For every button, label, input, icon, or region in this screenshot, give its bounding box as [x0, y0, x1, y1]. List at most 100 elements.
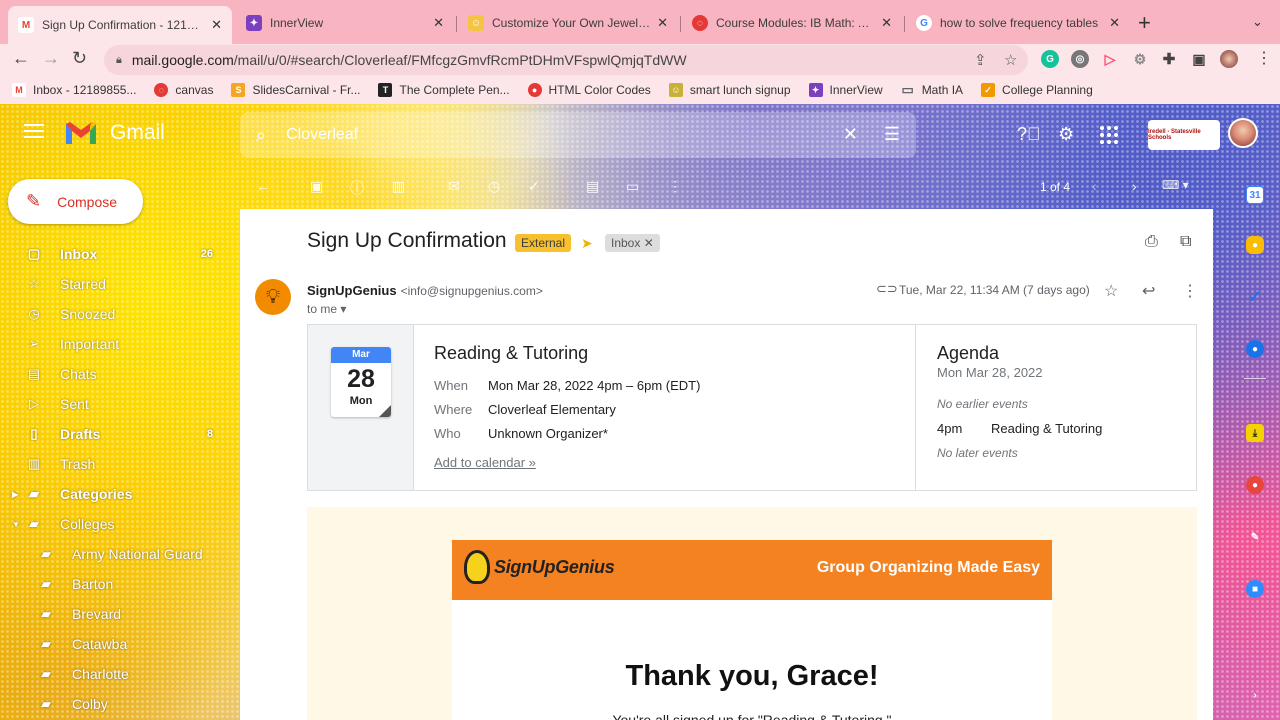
sidebar-item-catawba[interactable]: ▰ Catawba — [0, 629, 225, 659]
search-bar[interactable]: ⌕ ✕ ☰ — [240, 112, 916, 158]
tab-course-modules[interactable]: ◌ Course Modules: IB Math: Ana ✕ — [682, 8, 902, 38]
grammarly-extension-icon[interactable]: G — [1041, 50, 1059, 68]
add-to-calendar-link[interactable]: Add to calendar » — [434, 455, 536, 470]
reload-icon[interactable]: ↻ — [72, 48, 87, 69]
remove-label-icon[interactable]: ✕ — [644, 236, 654, 250]
bookmark-complete-pen[interactable]: T The Complete Pen... — [378, 83, 510, 97]
compose-button[interactable]: ✎ Compose — [8, 179, 143, 224]
snooze-icon[interactable]: ◷ — [488, 178, 500, 195]
recipient-details[interactable]: to me ▾ — [307, 302, 346, 316]
report-spam-icon[interactable]: ⓘ — [350, 178, 364, 198]
expand-arrow-icon[interactable]: ▶ — [12, 490, 18, 499]
sidebar-item-inbox[interactable]: ▢ Inbox 26 — [0, 239, 225, 269]
sidebar-item-snoozed[interactable]: ◷ Snoozed — [0, 299, 225, 329]
sidebar-item-colby[interactable]: ▰ Colby — [0, 689, 225, 719]
importance-marker-icon[interactable]: ➤ — [581, 235, 593, 252]
bookmark-slidescarnival[interactable]: S SlidesCarnival - Fr... — [231, 83, 360, 97]
back-arrow-icon[interactable]: ← — [12, 48, 30, 69]
sidebar-item-colleges[interactable]: ▼ ▰ Colleges — [0, 509, 225, 539]
screencast-extension-icon[interactable]: ▷ — [1101, 50, 1119, 68]
tasks-app-icon[interactable]: ✓ — [1246, 288, 1264, 306]
search-input[interactable] — [286, 126, 807, 144]
labels-icon[interactable]: ▭ — [626, 178, 639, 195]
settings-gear-icon[interactable]: ⚙ — [1058, 124, 1074, 145]
chrome-menu-icon[interactable]: ⋮ — [1256, 48, 1272, 68]
compose-label: Compose — [57, 193, 118, 210]
clear-search-icon[interactable]: ✕ — [843, 124, 858, 145]
add-to-tasks-icon[interactable]: ✓ — [528, 178, 540, 195]
forward-arrow-icon[interactable]: → — [42, 48, 60, 69]
account-avatar[interactable] — [1228, 118, 1258, 148]
sidebar-item-charlotte[interactable]: ▰ Charlotte — [0, 659, 225, 689]
delete-icon[interactable]: ▥ — [392, 178, 405, 195]
close-tab-icon[interactable]: ✕ — [1109, 15, 1120, 31]
back-to-search-icon[interactable]: ← — [256, 178, 270, 194]
mark-unread-icon[interactable]: ✉ — [448, 178, 460, 195]
bookmark-college-planning[interactable]: ✓ College Planning — [981, 83, 1093, 97]
close-tab-icon[interactable]: ✕ — [657, 15, 668, 31]
input-tools-icon[interactable]: ⌨ ▾ — [1162, 178, 1189, 192]
reply-icon[interactable]: ↩ — [1142, 281, 1155, 301]
help-icon[interactable]: ?⃝ — [1017, 124, 1041, 145]
sidebar-item-important[interactable]: ➢ Important — [0, 329, 225, 359]
sidebar-item-categories[interactable]: ▶ ▰ Categories — [0, 479, 225, 509]
close-tab-icon[interactable]: ✕ — [433, 15, 444, 31]
sidebar-item-drafts[interactable]: ▯ Drafts 8 — [0, 419, 225, 449]
settings-extension-icon[interactable]: ⚙ — [1131, 50, 1149, 68]
bookmark-math-ia[interactable]: ▭ Math IA — [901, 82, 964, 97]
send-icon: ▷ — [29, 396, 39, 411]
more-options-icon[interactable]: ⋮ — [1182, 281, 1198, 301]
extension-icon[interactable]: ◎ — [1071, 50, 1089, 68]
keep-app-icon[interactable]: ● — [1246, 236, 1264, 254]
bookmark-html-color-codes[interactable]: ● HTML Color Codes — [527, 83, 651, 97]
address-bar[interactable]: 🔒︎ mail.google.com/mail/u/0/#search/Clov… — [104, 45, 1028, 75]
expand-side-panel-icon[interactable]: › — [1246, 686, 1264, 704]
addon-pen-icon[interactable]: ✎ — [1246, 528, 1264, 546]
addon-red-icon[interactable]: ● — [1246, 476, 1264, 494]
google-apps-icon[interactable] — [1100, 126, 1118, 144]
tab-search-chevron-icon[interactable]: ⌄ — [1252, 14, 1263, 30]
star-message-icon[interactable]: ☆ — [1104, 281, 1118, 301]
sidebar-item-brevard[interactable]: ▰ Brevard — [0, 599, 225, 629]
share-icon[interactable]: ⇪ — [974, 51, 987, 69]
close-tab-icon[interactable]: ✕ — [211, 17, 222, 33]
sidebar-item-chats[interactable]: ▤ Chats — [0, 359, 225, 389]
tab-google-search[interactable]: G how to solve frequency tables ✕ — [906, 8, 1130, 38]
bookmark-innerview[interactable]: ✦ InnerView — [808, 83, 883, 97]
sidebar-item-starred[interactable]: ☆ Starred — [0, 269, 225, 299]
tab-innerview[interactable]: ✦ InnerView ✕ — [236, 8, 454, 38]
bookmark-canvas[interactable]: ◌ canvas — [154, 83, 213, 97]
collapse-arrow-icon[interactable]: ▼ — [12, 520, 20, 529]
close-tab-icon[interactable]: ✕ — [881, 15, 892, 31]
bookmark-inbox[interactable]: M Inbox - 12189855... — [12, 83, 136, 97]
open-new-window-icon[interactable]: ⧉ — [1180, 233, 1191, 251]
print-icon[interactable]: ⎙ — [1145, 233, 1158, 251]
calendar-app-icon[interactable]: 31 — [1246, 186, 1264, 204]
older-chevron-icon[interactable]: › — [1132, 178, 1137, 194]
new-tab-plus-icon[interactable]: + — [1138, 10, 1151, 36]
bookmark-star-icon[interactable]: ☆ — [1004, 51, 1017, 69]
download-extension-icon[interactable]: ⤓ — [1246, 424, 1264, 442]
contacts-app-icon[interactable]: ● — [1246, 340, 1264, 358]
move-to-icon[interactable]: ▤ — [586, 178, 599, 195]
newer-chevron-icon[interactable]: ‹ — [1092, 178, 1097, 194]
tab-sign-up-confirmation[interactable]: M Sign Up Confirmation - 121898 ✕ — [8, 6, 232, 44]
sidebar-item-trash[interactable]: ▥ Trash — [0, 449, 225, 479]
search-options-icon[interactable]: ☰ — [884, 124, 900, 145]
more-actions-icon[interactable]: ⋮ — [668, 178, 682, 195]
archive-icon[interactable]: ▣ — [310, 178, 323, 195]
details-chevron-icon[interactable]: ▾ — [340, 302, 346, 316]
puzzle-extensions-icon[interactable]: ✚ — [1160, 50, 1178, 68]
zoom-addon-icon[interactable]: ■ — [1246, 580, 1264, 598]
search-icon[interactable]: ⌕ — [256, 125, 266, 146]
sidebar-item-army-national-guard[interactable]: ▰ Army National Guard — [0, 539, 225, 569]
trash-icon: ▥ — [27, 456, 41, 471]
tab-separator — [904, 16, 905, 32]
sidebar-item-barton[interactable]: ▰ Barton — [0, 569, 225, 599]
tab-customize-jewelry[interactable]: ☺ Customize Your Own Jewelry, E ✕ — [458, 8, 678, 38]
main-menu-icon[interactable] — [24, 124, 44, 142]
side-panel-icon[interactable]: ▣ — [1190, 50, 1208, 68]
sidebar-item-sent[interactable]: ▷ Sent — [0, 389, 225, 419]
profile-avatar-icon[interactable] — [1220, 50, 1238, 68]
bookmark-smart-lunch[interactable]: ☺ smart lunch signup — [668, 83, 791, 97]
